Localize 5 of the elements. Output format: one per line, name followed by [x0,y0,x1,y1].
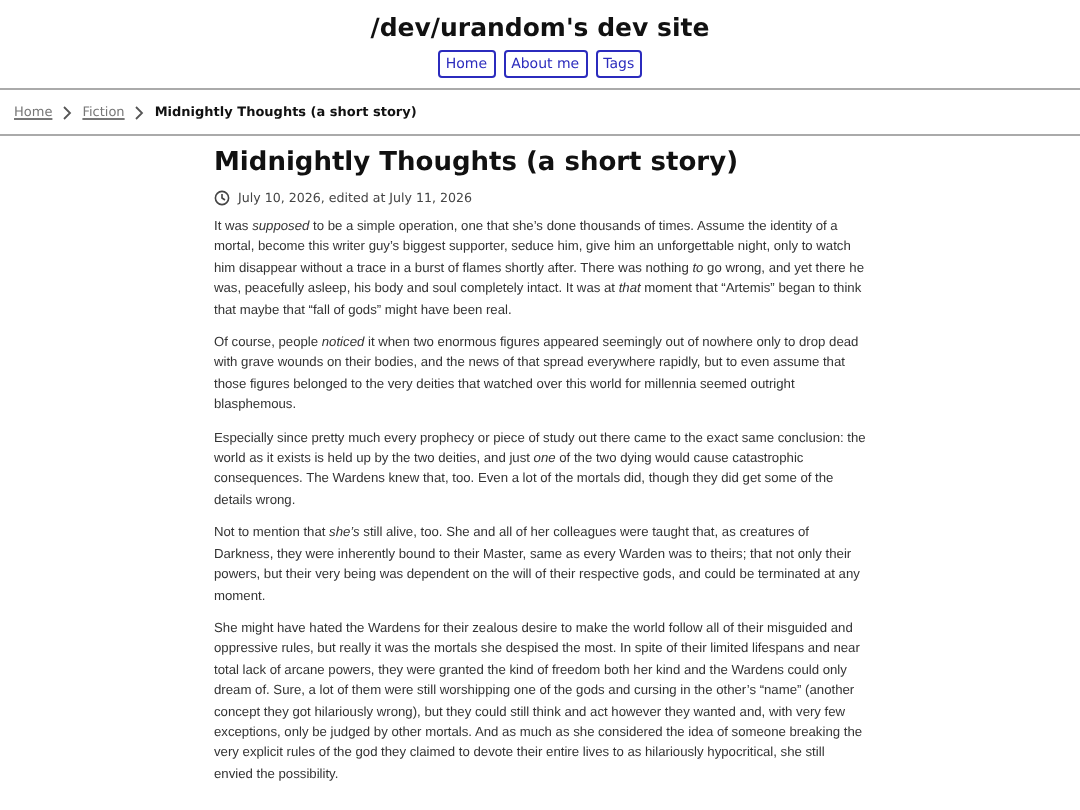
chevron-icon [62,105,73,119]
article-title: Midnightly Thoughts (a short story) [214,148,741,178]
clock-icon [214,190,230,206]
site-title: /dev/urandom's dev site [368,12,712,42]
chevron-icon [134,105,145,119]
